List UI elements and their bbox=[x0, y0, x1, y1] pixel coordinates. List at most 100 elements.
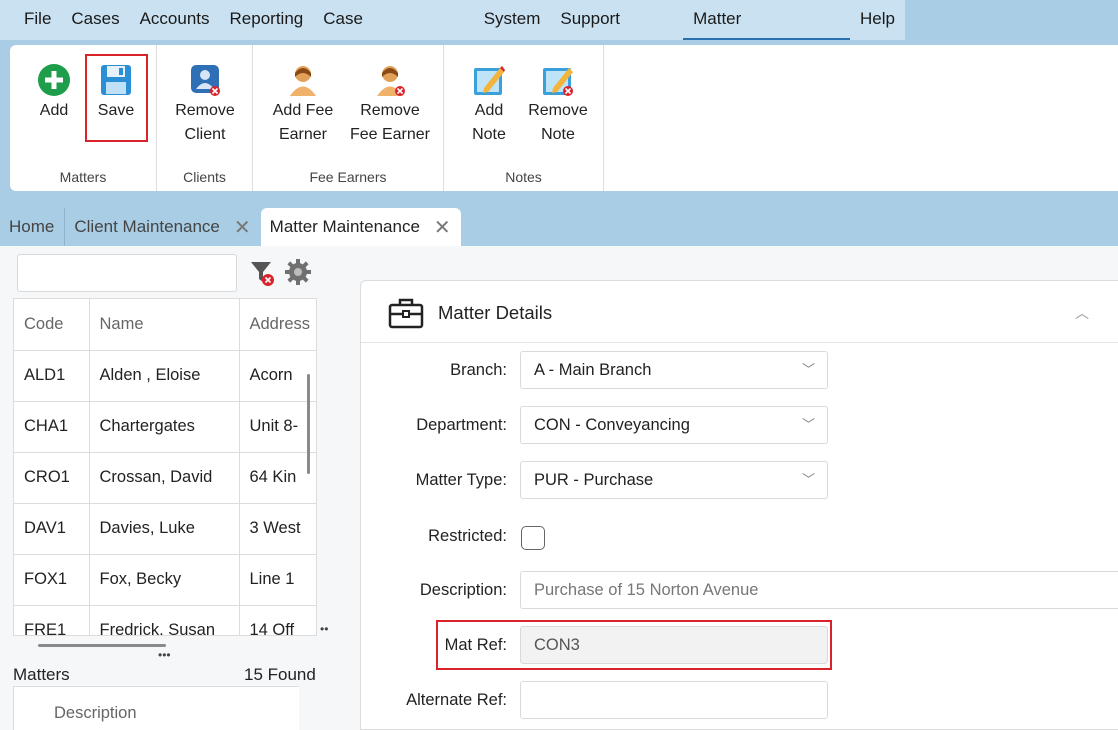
menu-file[interactable]: File bbox=[0, 0, 61, 40]
cell-code: DAV1 bbox=[14, 503, 90, 555]
table-row[interactable]: ALD1 Alden , Eloise Acorn bbox=[14, 350, 316, 402]
table-row[interactable]: DAV1 Davies, Luke 3 West bbox=[14, 503, 316, 555]
add-note-label-1: Add bbox=[474, 102, 504, 119]
splitter-grip-horizontal[interactable]: ••• bbox=[158, 649, 171, 661]
briefcase-icon bbox=[388, 298, 424, 329]
tab-home[interactable]: Home bbox=[0, 208, 66, 246]
cell-code: CHA1 bbox=[14, 401, 90, 453]
remove-client-button[interactable]: Remove Client bbox=[172, 63, 238, 147]
menu-help[interactable]: Help bbox=[850, 0, 905, 40]
splitter-grip-vertical[interactable]: •• bbox=[320, 623, 328, 635]
add-fee-earner-icon bbox=[290, 66, 316, 96]
restricted-row: Restricted: bbox=[361, 521, 1118, 561]
ribbon-group-matters: Add Save Matters bbox=[10, 45, 157, 191]
ribbon-group-notes: Add Note Remove Note Notes bbox=[444, 45, 604, 191]
remove-fee-earner-button[interactable]: Remove Fee Earner bbox=[347, 63, 433, 147]
matter-details-header[interactable]: Matter Details ︿ bbox=[361, 281, 1118, 343]
group-title-notes: Notes bbox=[505, 169, 542, 185]
alternate-ref-label: Alternate Ref: bbox=[406, 691, 507, 709]
column-header-address[interactable]: Address bbox=[239, 299, 316, 351]
tab-home-label: Home bbox=[9, 217, 55, 236]
cell-name: Fox, Becky bbox=[89, 554, 240, 606]
chevron-down-icon: ﹀ bbox=[801, 417, 815, 432]
ribbon: Add Save Matters Remove Client Clients A… bbox=[10, 45, 1118, 191]
tab-matter-maintenance[interactable]: Matter Maintenance ✕ bbox=[260, 208, 461, 246]
cell-code: FOX1 bbox=[14, 554, 90, 606]
column-header-code[interactable]: Code bbox=[14, 299, 90, 351]
branch-select[interactable]: A - Main Branch ﹀ bbox=[520, 351, 828, 389]
add-fee-earner-label-1: Add Fee bbox=[272, 102, 334, 119]
column-header-description[interactable]: Description bbox=[54, 704, 137, 723]
add-note-button[interactable]: Add Note bbox=[469, 63, 509, 147]
cell-name: Fredrick, Susan bbox=[89, 605, 240, 635]
grid-horizontal-scrollbar[interactable] bbox=[38, 644, 166, 647]
tab-client-maintenance[interactable]: Client Maintenance ✕ bbox=[65, 208, 260, 246]
matters-grid: Description bbox=[13, 686, 299, 730]
branch-label: Branch: bbox=[450, 361, 507, 379]
restricted-checkbox[interactable] bbox=[521, 526, 545, 550]
ribbon-group-fee-earners: Add Fee Earner Remove Fee Earner Fee Ear… bbox=[253, 45, 444, 191]
grid-vertical-scrollbar[interactable] bbox=[307, 374, 310, 474]
cell-code: ALD1 bbox=[14, 350, 90, 402]
department-select[interactable]: CON - Conveyancing ﹀ bbox=[520, 406, 828, 444]
menu-matter-maintenance[interactable]: Matter Maintenance bbox=[683, 0, 851, 66]
clear-filter-icon[interactable] bbox=[249, 259, 275, 287]
menu-reporting[interactable]: Reporting bbox=[220, 0, 314, 40]
close-icon[interactable]: ✕ bbox=[234, 215, 251, 240]
department-row: Department: CON - Conveyancing ﹀ bbox=[361, 406, 1118, 446]
add-icon bbox=[38, 64, 70, 96]
branch-row: Branch: A - Main Branch ﹀ bbox=[361, 351, 1118, 391]
menu-support-centre[interactable]: Support Centre bbox=[550, 0, 683, 66]
restricted-label: Restricted: bbox=[428, 527, 507, 545]
table-row[interactable]: CHA1 Chartergates Unit 8- bbox=[14, 401, 316, 453]
add-fee-earner-label-2: Earner bbox=[278, 126, 328, 143]
tab-matter-maintenance-label: Matter Maintenance bbox=[269, 217, 420, 236]
menu-case-management[interactable]: Case Management bbox=[313, 0, 473, 66]
save-highlight-box bbox=[85, 54, 148, 142]
matter-details-panel: Matter Details ︿ Branch: A - Main Branch… bbox=[360, 280, 1118, 730]
gear-icon[interactable] bbox=[284, 258, 312, 286]
cell-address: Acorn bbox=[239, 350, 316, 402]
add-matter-button[interactable]: Add bbox=[34, 63, 74, 123]
branch-value: A - Main Branch bbox=[534, 361, 652, 379]
cell-address: 3 West bbox=[239, 503, 316, 555]
cell-address: Unit 8- bbox=[239, 401, 316, 453]
matters-label: Matters bbox=[13, 665, 70, 684]
close-icon[interactable]: ✕ bbox=[434, 215, 451, 240]
group-title-fee-earners: Fee Earners bbox=[309, 169, 387, 185]
client-search-input[interactable] bbox=[17, 254, 237, 292]
remove-fee-earner-label-1: Remove bbox=[360, 102, 420, 119]
column-header-name[interactable]: Name bbox=[89, 299, 240, 351]
cell-code: CRO1 bbox=[14, 452, 90, 504]
table-row[interactable]: FRE1 Fredrick, Susan 14 Off bbox=[14, 605, 316, 635]
matter-type-select[interactable]: PUR - Purchase ﹀ bbox=[520, 461, 828, 499]
table-row[interactable]: CRO1 Crossan, David 64 Kin bbox=[14, 452, 316, 504]
matter-details-title: Matter Details bbox=[438, 302, 553, 323]
menu-bar: File Cases Accounts Reporting Case Manag… bbox=[0, 0, 905, 66]
menu-system[interactable]: System bbox=[474, 0, 551, 40]
cell-name: Davies, Luke bbox=[89, 503, 240, 555]
add-fee-earner-button[interactable]: Add Fee Earner bbox=[268, 63, 338, 147]
cell-code: FRE1 bbox=[14, 605, 90, 635]
description-label: Description: bbox=[419, 581, 507, 599]
alternate-ref-row: Alternate Ref: bbox=[361, 681, 1118, 721]
description-placeholder: Purchase of 15 Norton Avenue bbox=[534, 581, 759, 599]
alternate-ref-input[interactable] bbox=[520, 681, 828, 719]
group-title-clients: Clients bbox=[183, 169, 226, 185]
mat-ref-highlight-box bbox=[436, 620, 832, 670]
group-title-matters: Matters bbox=[59, 169, 107, 185]
remove-fee-earner-icon bbox=[377, 66, 405, 96]
matters-count: 15 Found bbox=[244, 665, 316, 684]
remove-note-button[interactable]: Remove Note bbox=[525, 63, 591, 147]
collapse-chevron-icon[interactable]: ︿ bbox=[1075, 303, 1089, 323]
menu-accounts[interactable]: Accounts bbox=[130, 0, 220, 40]
add-note-label-2: Note bbox=[472, 126, 506, 143]
cell-address: 64 Kin bbox=[239, 452, 316, 504]
matter-type-value: PUR - Purchase bbox=[534, 471, 654, 489]
remove-client-label-2: Client bbox=[184, 126, 226, 143]
remove-fee-earner-label-2: Fee Earner bbox=[349, 126, 431, 143]
description-input[interactable]: Purchase of 15 Norton Avenue bbox=[520, 571, 1118, 609]
table-row[interactable]: FOX1 Fox, Becky Line 1 bbox=[14, 554, 316, 606]
menu-cases[interactable]: Cases bbox=[61, 0, 129, 40]
clients-grid: Code Name Address ALD1 Alden , Eloise Ac… bbox=[13, 298, 317, 636]
